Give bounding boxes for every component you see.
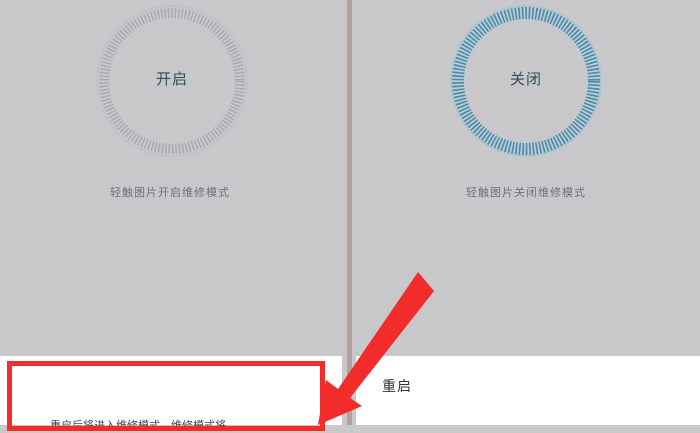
- red-arrow-icon: [318, 272, 434, 425]
